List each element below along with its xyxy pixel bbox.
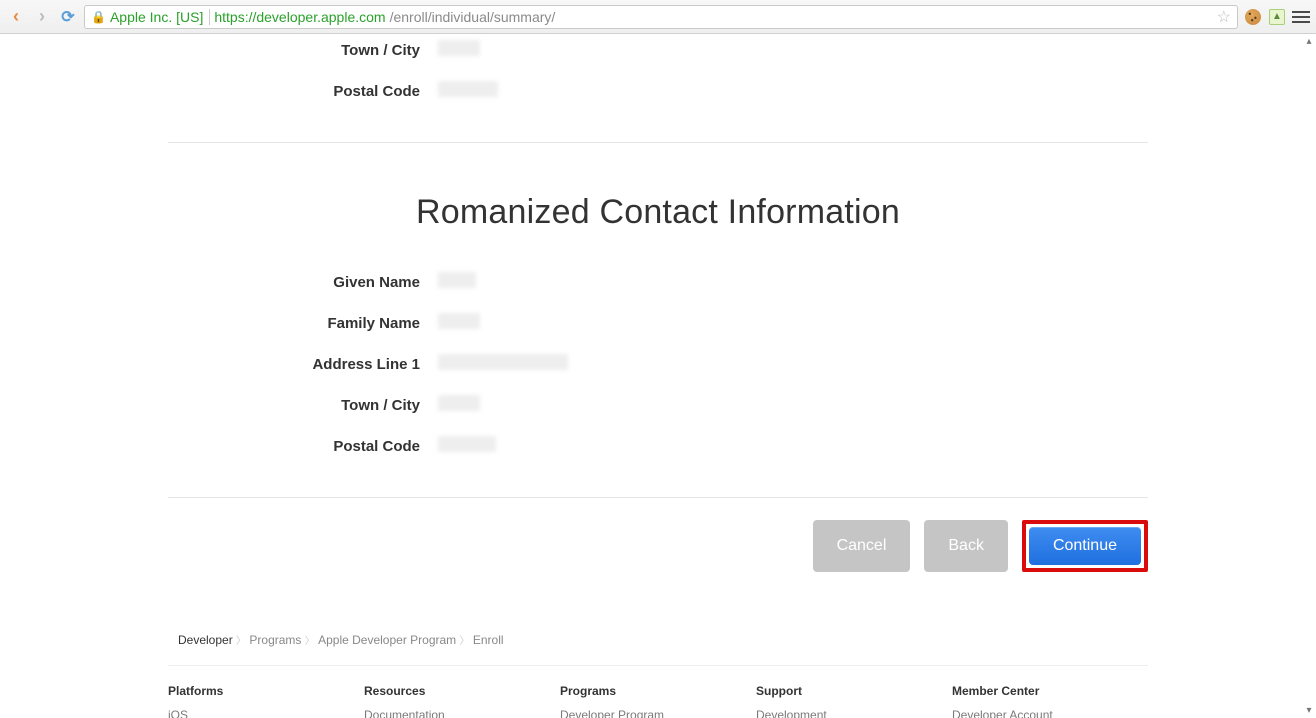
breadcrumb-item[interactable]: Programs bbox=[249, 633, 301, 647]
menu-button[interactable] bbox=[1292, 9, 1310, 25]
field-value-redacted bbox=[438, 354, 568, 375]
breadcrumb-item[interactable]: Enroll bbox=[473, 633, 504, 647]
scroll-up-icon[interactable]: ▴ bbox=[1306, 36, 1311, 47]
footer-link[interactable]: Developer Account bbox=[952, 708, 1148, 718]
field-value-redacted bbox=[438, 40, 480, 61]
bookmark-star-icon[interactable]: ☆ bbox=[1217, 7, 1231, 27]
cancel-button[interactable]: Cancel bbox=[813, 520, 911, 572]
section-divider bbox=[168, 142, 1148, 143]
form-row: Town / City bbox=[168, 395, 1148, 416]
page-viewport: ▴▾ Town / CityPostal Code Romanized Cont… bbox=[0, 34, 1316, 718]
footer-link[interactable]: iOS bbox=[168, 708, 364, 718]
footer-column: ProgramsDeveloper ProgramEnterprise Prog… bbox=[560, 684, 756, 718]
footer-column-title: Platforms bbox=[168, 684, 364, 698]
field-value-redacted bbox=[438, 395, 480, 416]
browser-toolbar: ‹ › ⟳ 🔒 Apple Inc. [US] https://develope… bbox=[0, 0, 1316, 34]
footer-column: PlatformsiOSOS X bbox=[168, 684, 364, 718]
field-label: Postal Code bbox=[168, 83, 438, 100]
nav-back-button[interactable]: ‹ bbox=[6, 7, 26, 27]
breadcrumb: Developer 〉 Programs 〉 Apple Developer P… bbox=[168, 612, 1148, 666]
footer-column-title: Programs bbox=[560, 684, 756, 698]
footer-link[interactable]: Development bbox=[756, 708, 952, 718]
field-label: Given Name bbox=[168, 274, 438, 291]
footer-column: Member CenterDeveloper AccountCerts, IDs… bbox=[952, 684, 1148, 718]
ev-identity: Apple Inc. [US] bbox=[110, 9, 210, 25]
field-label: Town / City bbox=[168, 397, 438, 414]
section-title-romanized: Romanized Contact Information bbox=[168, 193, 1148, 232]
chevron-right-icon: 〉 bbox=[305, 636, 315, 647]
footer-link[interactable]: Documentation bbox=[364, 708, 560, 718]
scrollbar[interactable]: ▴▾ bbox=[1302, 34, 1316, 718]
back-button[interactable]: Back bbox=[924, 520, 1008, 572]
field-label: Town / City bbox=[168, 42, 438, 59]
action-button-row: Cancel Back Continue bbox=[168, 498, 1148, 612]
nav-forward-button: › bbox=[32, 7, 52, 27]
field-value-redacted bbox=[438, 81, 498, 102]
url-host: https://developer.apple.com bbox=[214, 9, 385, 25]
field-value-redacted bbox=[438, 272, 476, 293]
footer-column: SupportDevelopmentDistribution bbox=[756, 684, 952, 718]
address-bar[interactable]: 🔒 Apple Inc. [US] https://developer.appl… bbox=[84, 5, 1238, 29]
footer-column-title: Resources bbox=[364, 684, 560, 698]
cookie-extension-icon[interactable] bbox=[1244, 8, 1262, 26]
form-row: Postal Code bbox=[168, 436, 1148, 457]
continue-highlight: Continue bbox=[1022, 520, 1148, 572]
breadcrumb-item[interactable]: Developer bbox=[178, 633, 233, 647]
footer-link[interactable]: Developer Program bbox=[560, 708, 756, 718]
feed-extension-icon[interactable]: ▲ bbox=[1268, 8, 1286, 26]
footer-columns: PlatformsiOSOS XResourcesDocumentationVi… bbox=[168, 684, 1148, 718]
field-label: Family Name bbox=[168, 315, 438, 332]
form-row: Given Name bbox=[168, 272, 1148, 293]
field-value-redacted bbox=[438, 313, 480, 334]
scroll-down-icon[interactable]: ▾ bbox=[1306, 705, 1311, 716]
footer-column-title: Member Center bbox=[952, 684, 1148, 698]
form-row: Postal Code bbox=[168, 81, 1148, 102]
chevron-right-icon: 〉 bbox=[460, 636, 470, 647]
form-row: Family Name bbox=[168, 313, 1148, 334]
field-value-redacted bbox=[438, 436, 496, 457]
footer-column-title: Support bbox=[756, 684, 952, 698]
url-path: /enroll/individual/summary/ bbox=[390, 9, 556, 25]
nav-reload-button[interactable]: ⟳ bbox=[58, 7, 78, 27]
form-row: Town / City bbox=[168, 40, 1148, 61]
chevron-right-icon: 〉 bbox=[236, 636, 246, 647]
continue-button[interactable]: Continue bbox=[1029, 527, 1141, 565]
footer-column: ResourcesDocumentationVideos bbox=[364, 684, 560, 718]
breadcrumb-item[interactable]: Apple Developer Program bbox=[318, 633, 456, 647]
field-label: Postal Code bbox=[168, 438, 438, 455]
field-label: Address Line 1 bbox=[168, 356, 438, 373]
lock-icon: 🔒 bbox=[91, 10, 106, 24]
form-row: Address Line 1 bbox=[168, 354, 1148, 375]
